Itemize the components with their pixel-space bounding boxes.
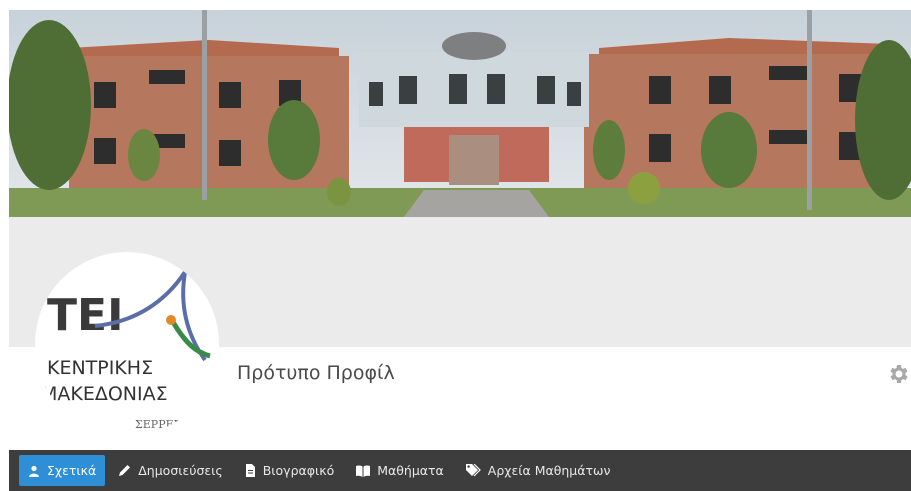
logo-letters: ΤΕΙ — [47, 290, 123, 341]
tab-courses-label: Μαθήματα — [377, 463, 444, 478]
book-icon — [356, 464, 371, 477]
tab-cv-label: Βιογραφικό — [262, 463, 335, 478]
document-icon — [245, 464, 255, 477]
tab-cv[interactable]: Βιογραφικό — [236, 455, 344, 486]
tab-about-label: Σχετικά — [47, 463, 97, 478]
tab-courses[interactable]: Μαθήματα — [347, 455, 453, 486]
tab-publications-label: Δημοσιεύσεις — [138, 463, 223, 478]
tab-about[interactable]: Σχετικά — [19, 455, 106, 486]
user-icon — [29, 465, 39, 477]
profile-nav: Σχετικά Δημοσιεύσεις Βιογραφικό Μαθήματα… — [9, 450, 911, 491]
logo-line-1: ΚΕΝΤΡΙΚΗΣ — [47, 357, 153, 379]
tab-publications[interactable]: Δημοσιεύσεις — [109, 455, 231, 486]
profile-name: Πρότυπο Προφίλ — [237, 362, 395, 384]
tab-course-files-label: Αρχεία Μαθημάτων — [487, 463, 611, 478]
tab-course-files[interactable]: Αρχεία Μαθημάτων — [457, 455, 620, 486]
cover-photo — [9, 10, 911, 217]
pencil-icon — [119, 465, 131, 476]
settings-gear-icon[interactable] — [887, 362, 911, 388]
tags-icon — [465, 464, 481, 477]
logo-line-2: ΜΑΚΕΔΟΝΙΑΣ — [41, 383, 168, 405]
institution-logo: ΤΕΙ ΚΕΝΤΡΙΚΗΣ ΜΑΚΕΔΟΝΙΑΣ ΣΕΡΡΕΣ — [35, 252, 219, 436]
